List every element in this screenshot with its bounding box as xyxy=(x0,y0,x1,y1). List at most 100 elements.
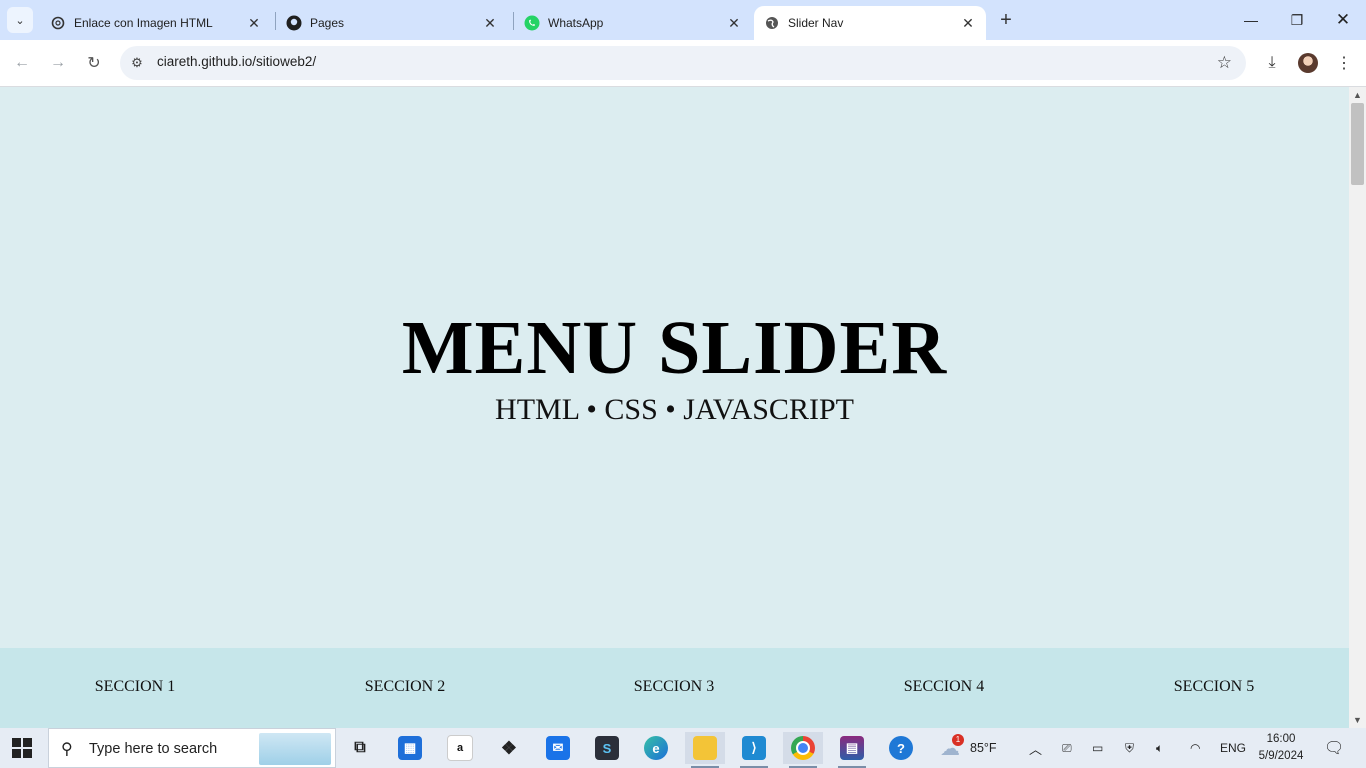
windows-logo-icon xyxy=(12,738,21,747)
restore-icon: ❐ xyxy=(1290,11,1304,28)
new-tab-button[interactable]: + xyxy=(994,8,1018,32)
nav-item-seccion-4[interactable]: SECCION 4 xyxy=(809,678,1079,696)
page-subtitle: HTML • CSS • JAVASCRIPT xyxy=(495,393,854,426)
tab-pages[interactable]: Pages ✕ xyxy=(276,6,508,40)
close-icon[interactable]: ✕ xyxy=(480,13,500,33)
whatsapp-icon xyxy=(524,15,540,31)
close-icon[interactable]: ✕ xyxy=(244,13,264,33)
folder-icon xyxy=(693,736,717,760)
tab-strip: ⌄ Enlace con Imagen HTML ✕ Pages ✕ Whats… xyxy=(0,0,1366,40)
amazon-button[interactable]: a xyxy=(440,732,480,764)
task-view-icon: ⧉ xyxy=(354,739,366,756)
nav-item-seccion-2[interactable]: SECCION 2 xyxy=(270,678,540,696)
winrar-button[interactable]: ▤ xyxy=(832,732,872,768)
scrollbar-thumb[interactable] xyxy=(1351,103,1364,185)
close-icon: ✕ xyxy=(1335,10,1351,29)
vscode-icon: ⟩ xyxy=(742,736,766,760)
battery-button[interactable]: ▭ xyxy=(1092,728,1103,768)
tab-whatsapp[interactable]: WhatsApp ✕ xyxy=(514,6,752,40)
vscode-button[interactable]: ⟩ xyxy=(734,732,774,768)
profile-button[interactable] xyxy=(1295,50,1321,76)
forward-button[interactable]: → xyxy=(45,50,71,76)
reload-button[interactable]: ↻ xyxy=(81,50,107,76)
notification-icon: 🗨︎ xyxy=(1324,740,1345,757)
slider-nav: SECCION 1 SECCION 2 SECCION 3 SECCION 4 … xyxy=(0,648,1349,728)
store-icon: ▦ xyxy=(398,736,422,760)
tab-title: Slider Nav xyxy=(788,16,844,30)
minimize-icon: — xyxy=(1244,12,1258,28)
camera-icon: ⎚ xyxy=(1062,740,1072,755)
weather-badge: 1 xyxy=(952,733,964,746)
taskbar: ⚲ Type here to search ⧉ ▦ a ❖ ✉ S e ⟩ ▤ … xyxy=(0,728,1366,768)
sublime-button[interactable]: S xyxy=(587,732,627,764)
help-icon: ? xyxy=(889,736,913,760)
weather-widget[interactable]: ☁ 1 85°F xyxy=(940,728,997,768)
downloads-button[interactable]: ⤓ xyxy=(1259,50,1285,76)
tab-title: Pages xyxy=(310,16,345,30)
tab-search-button[interactable]: ⌄ xyxy=(7,7,33,33)
task-view-button[interactable]: ⧉ xyxy=(340,732,380,764)
close-window-button[interactable]: ✕ xyxy=(1320,0,1366,40)
url-text[interactable]: ciareth.github.io/sitioweb2/ xyxy=(157,54,316,69)
plus-icon: + xyxy=(1000,8,1012,31)
windows-start-button[interactable] xyxy=(12,738,32,758)
mail-button[interactable]: ✉ xyxy=(538,732,578,764)
chrome-icon xyxy=(791,736,815,760)
github-icon xyxy=(286,15,302,31)
volume-button[interactable]: 🔈︎ xyxy=(1156,728,1163,768)
menu-button[interactable]: ⋮ xyxy=(1331,50,1357,76)
windows-logo-icon xyxy=(23,749,32,758)
more-vert-icon: ⋮ xyxy=(1336,55,1352,72)
chrome-button[interactable] xyxy=(783,732,823,768)
mail-icon: ✉ xyxy=(546,736,570,760)
close-icon[interactable]: ✕ xyxy=(958,13,978,33)
reload-icon: ↻ xyxy=(87,55,101,72)
edge-icon: e xyxy=(644,736,668,760)
help-button[interactable]: ? xyxy=(881,732,921,764)
minimize-button[interactable]: — xyxy=(1228,0,1274,40)
download-icon: ⤓ xyxy=(1268,54,1276,71)
tab-enlace[interactable]: Enlace con Imagen HTML ✕ xyxy=(40,6,272,40)
weather-temp: 85°F xyxy=(970,741,997,755)
language-indicator[interactable]: ENG xyxy=(1220,728,1246,768)
scroll-down-icon[interactable]: ▼ xyxy=(1353,715,1362,725)
dropbox-button[interactable]: ❖ xyxy=(489,732,529,764)
notifications-button[interactable]: 🗨︎ xyxy=(1324,728,1344,768)
scroll-up-icon[interactable]: ▲ xyxy=(1353,90,1362,100)
search-highlight-image xyxy=(259,733,331,765)
bookmark-star-icon[interactable]: ☆ xyxy=(1217,53,1232,73)
tab-slider-nav[interactable]: Slider Nav ✕ xyxy=(754,6,986,40)
browser-toolbar: ← → ↻ ⚙ ciareth.github.io/sitioweb2/ ☆ ⤓… xyxy=(0,40,1366,87)
windows-logo-icon xyxy=(12,749,21,758)
network-button[interactable]: ◠ xyxy=(1190,728,1200,768)
battery-icon: ▭ xyxy=(1092,741,1104,755)
nav-item-seccion-5[interactable]: SECCION 5 xyxy=(1079,678,1349,696)
page-scrollbar[interactable]: ▲ ▼ xyxy=(1349,87,1366,728)
file-explorer-button[interactable] xyxy=(685,732,725,768)
nav-item-seccion-1[interactable]: SECCION 1 xyxy=(0,678,270,696)
arrow-left-icon: ← xyxy=(14,54,30,71)
meet-now-button[interactable]: ⎚ xyxy=(1062,728,1072,768)
edge-button[interactable]: e xyxy=(636,732,676,764)
taskbar-search[interactable]: ⚲ Type here to search xyxy=(48,728,336,768)
site-settings-icon[interactable]: ⚙ xyxy=(128,54,146,72)
tab-title: Enlace con Imagen HTML xyxy=(74,16,213,30)
back-button[interactable]: ← xyxy=(9,50,35,76)
microsoft-store-button[interactable]: ▦ xyxy=(390,732,430,764)
openai-icon xyxy=(50,15,66,31)
shield-icon: ⛨ xyxy=(1125,740,1135,755)
globe-icon xyxy=(764,15,780,31)
system-clock[interactable]: 16:00 5/9/2024 xyxy=(1250,731,1312,765)
show-hidden-icons-button[interactable]: ︿ xyxy=(1029,728,1042,768)
dropbox-icon: ❖ xyxy=(500,737,518,758)
tab-title: WhatsApp xyxy=(548,16,604,30)
nav-item-seccion-3[interactable]: SECCION 3 xyxy=(539,678,809,696)
search-icon: ⚲ xyxy=(61,741,73,758)
avatar xyxy=(1298,53,1318,73)
page-title: MENU SLIDER xyxy=(401,306,948,390)
close-icon[interactable]: ✕ xyxy=(724,13,744,33)
windows-logo-icon xyxy=(23,738,32,747)
restore-button[interactable]: ❐ xyxy=(1274,0,1320,40)
address-bar[interactable]: ⚙ ciareth.github.io/sitioweb2/ ☆ xyxy=(120,46,1246,80)
security-button[interactable]: ⛨ xyxy=(1125,728,1134,768)
